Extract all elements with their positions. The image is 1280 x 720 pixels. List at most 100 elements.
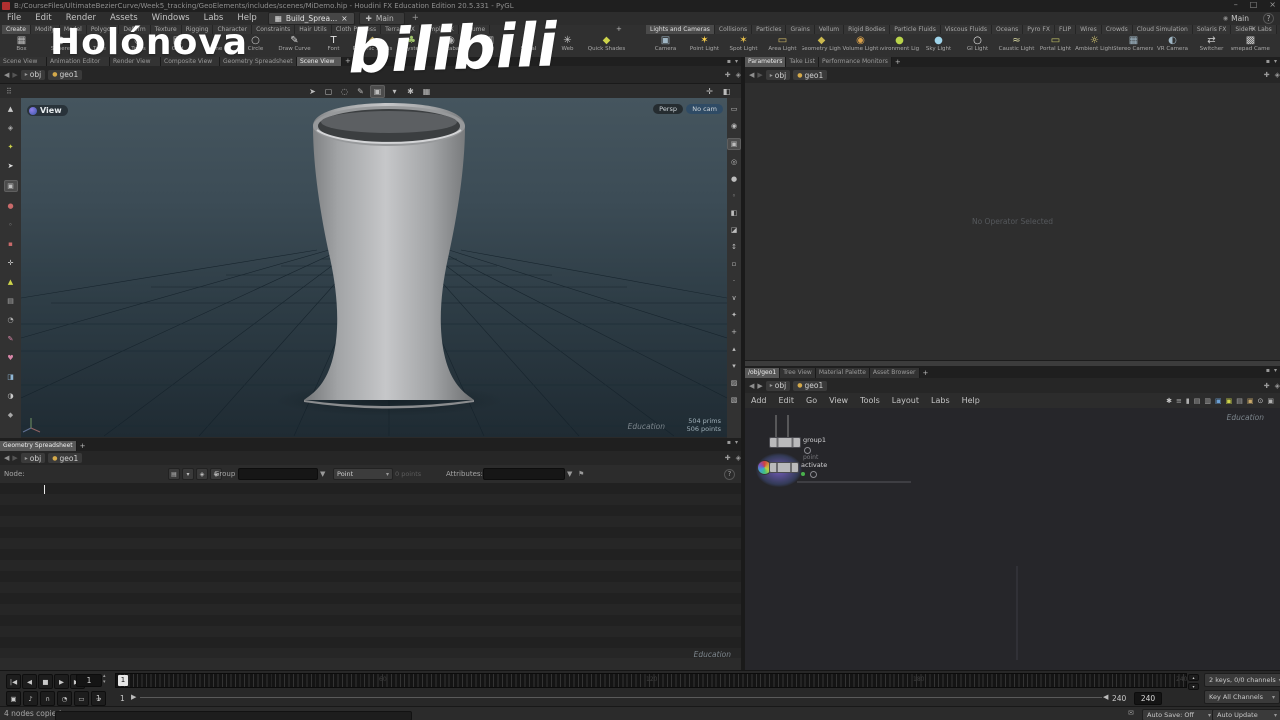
pane-tab[interactable]: Take List — [786, 57, 820, 67]
display-option-icon[interactable]: ▴ — [728, 344, 740, 354]
shelf-tab[interactable]: Lights and Cameras — [646, 25, 715, 34]
filter-funnel-icon[interactable]: ▼ — [320, 470, 325, 478]
node-bypass-ring[interactable] — [804, 447, 811, 454]
shelf-tab[interactable]: Solaris FX — [1192, 25, 1232, 34]
viewport-tool-icon[interactable]: ◆ — [5, 410, 17, 420]
network-toolbar-icon[interactable]: ▮ — [1186, 397, 1190, 405]
select-tool-icon[interactable]: ▢ — [322, 86, 335, 97]
shelf-tool[interactable]: ● Sky Light — [919, 35, 958, 57]
shelf-tab[interactable]: Rigging — [181, 25, 214, 34]
menu-item[interactable]: Assets — [103, 12, 145, 25]
path-chip-obj[interactable]: ▸ obj — [765, 380, 791, 391]
pane-tab[interactable]: Tree View — [780, 368, 816, 378]
toolbar-icon[interactable]: ✛ — [703, 86, 716, 97]
shelf-tool[interactable]: ▦ Box — [2, 35, 41, 57]
playback-option-icon[interactable]: ▣ — [6, 691, 21, 706]
update-mode-dropdown[interactable]: Auto Update — [1212, 709, 1280, 720]
network-canvas[interactable]: group1 point activate Education — [745, 408, 1280, 670]
shelf-tab[interactable]: Deform — [119, 25, 151, 34]
shelf-tab[interactable]: Volume — [458, 25, 491, 34]
range-slider-left-handle[interactable]: ▶ — [131, 693, 136, 701]
node-flag-ring[interactable] — [810, 471, 817, 478]
display-option-icon[interactable]: ◉ — [728, 121, 740, 131]
filter-funnel-icon[interactable]: ▼ — [567, 470, 572, 478]
pane-tab[interactable]: Geometry Spreadsheet — [220, 57, 297, 66]
forward-icon[interactable]: ▶ — [757, 382, 762, 390]
component-view-icon[interactable]: ▾ — [182, 468, 194, 480]
viewport-tool-icon[interactable]: ◦ — [5, 220, 17, 230]
shelf-tool[interactable]: ○ Circle — [236, 35, 275, 57]
menu-item[interactable]: File — [0, 12, 28, 25]
display-option-icon[interactable]: ● — [728, 174, 740, 184]
shelf-tool[interactable]: ☼ Ambient Light — [1075, 35, 1114, 57]
pane-tab[interactable]: Parameters — [745, 57, 787, 67]
status-input-field[interactable] — [55, 711, 412, 720]
shelf-tab[interactable]: Wires — [1076, 25, 1102, 34]
network-toolbar-icon[interactable]: ▣ — [1247, 397, 1254, 405]
pane-tab[interactable]: Asset Browser — [869, 368, 920, 378]
desktop-tab-close-icon[interactable]: × — [341, 14, 347, 23]
pane-tab[interactable]: Composite View — [161, 57, 220, 66]
pane-caret-icon[interactable]: ▾ — [1274, 58, 1277, 65]
pane-caret-icon[interactable]: ▾ — [735, 439, 738, 446]
pane-menu-icon[interactable]: ▪ — [1266, 58, 1270, 65]
network-menu-item[interactable]: Help — [956, 394, 986, 408]
path-chip-geo1[interactable]: ● geo1 — [793, 380, 828, 391]
select-tool-icon[interactable]: ▾ — [388, 86, 401, 97]
shelf-tab[interactable]: FLIP — [1054, 25, 1077, 34]
pin-icon[interactable]: ⚑ — [578, 470, 584, 478]
shelf-tool[interactable]: ◆ Quick Shades — [587, 35, 626, 57]
shelf-tab[interactable]: Vellum — [814, 25, 845, 34]
shelf-tab[interactable]: Character — [213, 25, 253, 34]
shelf-add-right[interactable]: + — [1245, 25, 1259, 34]
path-chip-geo1[interactable]: ● geo1 — [793, 70, 828, 80]
shelf-tool[interactable]: ▮ Tube — [80, 35, 119, 57]
shelf-tab[interactable]: Viscous Fluids — [940, 25, 992, 34]
radial-menu-selector[interactable]: ◉ Main — [1223, 14, 1249, 23]
back-icon[interactable]: ◀ — [749, 71, 754, 79]
select-tool-icon[interactable]: ▣ — [370, 84, 385, 98]
shelf-tab[interactable]: Constraints — [252, 25, 296, 34]
pane-menu-icon[interactable]: ▪ — [727, 58, 731, 65]
viewport-tool-icon[interactable]: ♥ — [5, 353, 17, 363]
shelf-tool[interactable]: ● Sphere — [41, 35, 80, 57]
select-tool-icon[interactable]: ✎ — [354, 86, 367, 97]
playhead-marker[interactable]: 1 — [118, 675, 128, 686]
network-toolbar-icon[interactable]: ⊙ — [1258, 397, 1264, 405]
shelf-tab[interactable]: Simple FX — [419, 25, 459, 34]
shelf-tab[interactable]: Particle Fluids — [890, 25, 941, 34]
viewport-tool-icon[interactable]: ✎ — [5, 334, 17, 344]
shelf-tool[interactable]: ◌ Spiral — [509, 35, 548, 57]
display-flag-dot[interactable] — [801, 472, 805, 476]
shelf-tab[interactable]: Modify — [30, 25, 60, 34]
shelf-tool[interactable]: ⇄ Switcher — [1192, 35, 1231, 57]
viewport-tool-icon[interactable]: ◈ — [5, 123, 17, 133]
shelf-tab[interactable]: Texture — [150, 25, 182, 34]
spinner-icon[interactable]: ▾ — [103, 680, 106, 685]
group-input[interactable] — [238, 468, 318, 480]
pane-tab[interactable]: /obj/geo1 — [745, 368, 781, 378]
shelf-tab[interactable]: Oceans — [991, 25, 1024, 34]
path-chip-obj[interactable]: ▸ obj — [20, 453, 46, 463]
pane-tab-add[interactable]: + — [77, 442, 89, 451]
display-option-icon[interactable]: ▾ — [728, 361, 740, 371]
display-option-icon[interactable]: ▣ — [727, 138, 741, 150]
shelf-tool[interactable]: ● Environment Light — [880, 35, 919, 57]
desktop-add-button[interactable]: + — [405, 12, 426, 25]
back-icon[interactable]: ◀ — [4, 454, 9, 462]
shelf-add-left[interactable]: + — [612, 25, 626, 34]
viewport-tool-icon[interactable]: ◑ — [5, 391, 17, 401]
shelf-tool[interactable]: ▤ Grid — [158, 35, 197, 57]
shelf-tab[interactable]: Cloud Simulation — [1132, 25, 1193, 34]
scene-viewport[interactable]: View Persp No cam 504 prims 506 points E… — [21, 98, 727, 437]
network-toolbar-icon[interactable]: ▥ — [1204, 397, 1211, 405]
viewport-tool-icon[interactable]: ● — [5, 201, 17, 211]
menu-item[interactable]: Help — [230, 12, 263, 25]
help-icon[interactable]: ? — [1263, 13, 1274, 24]
pane-tab[interactable]: Render View — [110, 57, 161, 66]
shelf-tab[interactable]: Collisions — [714, 25, 753, 34]
range-start-value[interactable]: 1 — [120, 694, 125, 703]
message-log-icon[interactable]: ✉ — [1128, 709, 1134, 717]
pane-tab[interactable]: Performance Monitors — [819, 57, 892, 67]
network-toolbar-icon[interactable]: ▣ — [1226, 397, 1233, 405]
